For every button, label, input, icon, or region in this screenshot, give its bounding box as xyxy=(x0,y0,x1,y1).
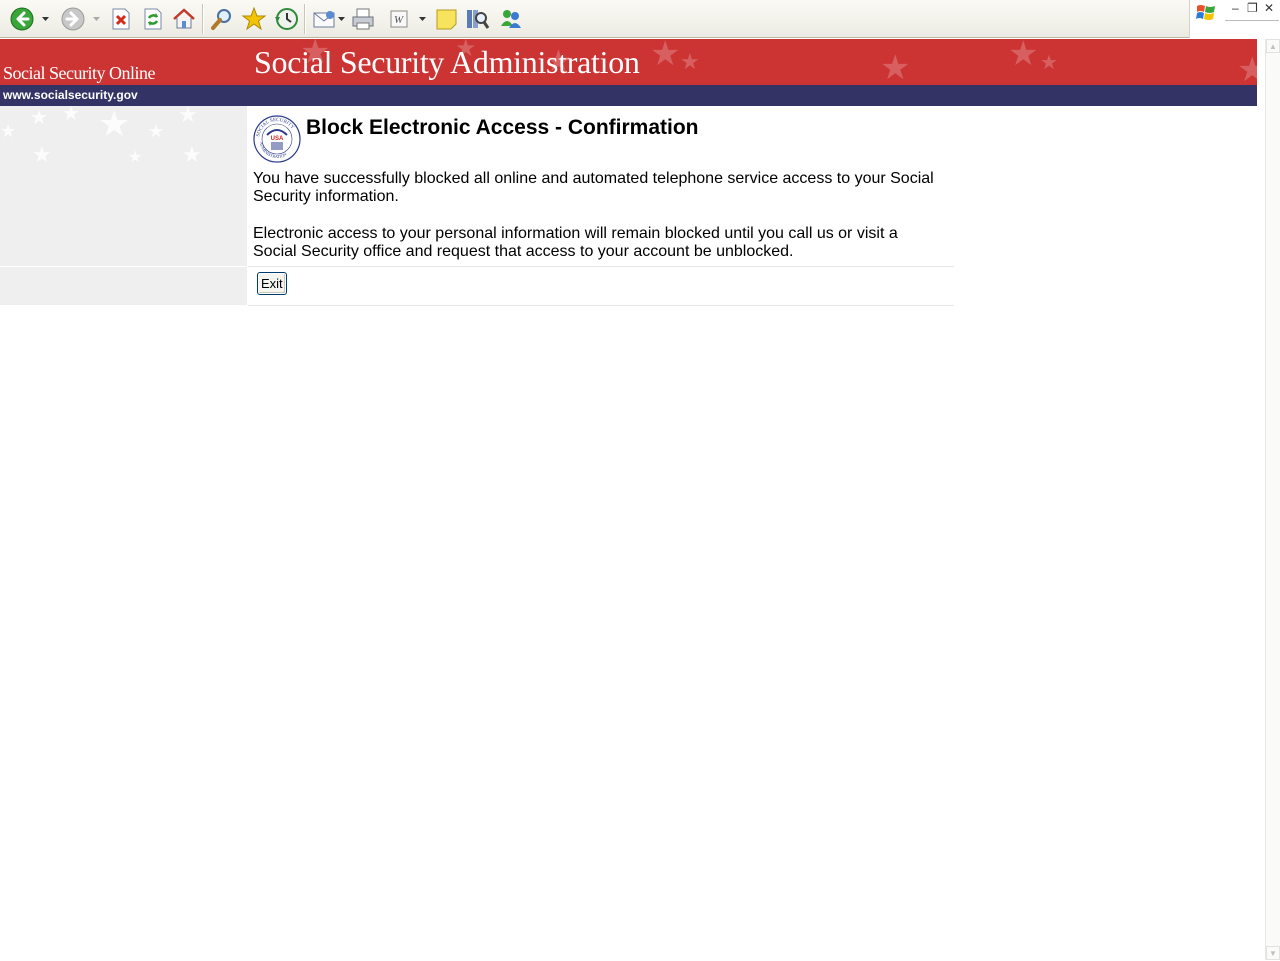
sidebar-star-decoration: ★ xyxy=(30,107,48,129)
mail-button[interactable] xyxy=(312,6,338,32)
browser-toolbar: W – ❐ ✕ xyxy=(0,0,1280,38)
restore-icon[interactable]: ❐ xyxy=(1247,2,1258,14)
word-edit-icon: W xyxy=(390,10,408,28)
stop-icon xyxy=(112,8,130,30)
search-button[interactable] xyxy=(209,6,235,32)
messenger-button[interactable] xyxy=(498,6,524,32)
favorites-button[interactable] xyxy=(241,6,267,32)
unblock-instructions: Electronic access to your personal infor… xyxy=(253,225,898,260)
windows-logo-icon xyxy=(1196,5,1215,20)
left-sidebar-lower xyxy=(0,267,247,305)
exit-button[interactable]: Exit xyxy=(257,272,287,295)
messenger-icon xyxy=(501,10,521,28)
back-dropdown-icon[interactable] xyxy=(42,17,49,21)
left-sidebar: ★ ★ ★ ★ ★ ★ ★ ★ ★ xyxy=(0,106,247,266)
sidebar-star-decoration: ★ xyxy=(62,106,80,125)
favorites-star-icon xyxy=(241,6,267,31)
ssa-seal-icon: SOCIAL SECURITY ADMINISTRATION USA xyxy=(253,115,301,163)
banner-star-decoration: ★ xyxy=(680,49,700,74)
window-controls: – ❐ ✕ xyxy=(1189,0,1280,38)
history-button[interactable] xyxy=(273,6,299,32)
refresh-icon xyxy=(144,8,162,30)
page-title: Block Electronic Access - Confirmation xyxy=(306,116,699,139)
toolbar-separator xyxy=(304,4,306,34)
mail-icon xyxy=(313,11,335,28)
sidebar-star-decoration: ★ xyxy=(0,121,17,141)
forward-button[interactable] xyxy=(60,6,86,32)
scroll-up-icon[interactable]: ▲ xyxy=(1266,39,1280,53)
banner-star-decoration: ★ xyxy=(1040,52,1058,74)
svg-text:W: W xyxy=(394,14,404,26)
site-name: Social Security Online xyxy=(3,63,155,83)
toolbar-separator xyxy=(202,4,204,34)
sidebar-star-decoration: ★ xyxy=(182,142,202,167)
print-button[interactable] xyxy=(350,6,376,32)
back-arrow-icon xyxy=(10,7,34,31)
page-viewport: ★ ★ ★ ★ ★ ★ ★ ★ ★ Social Security Online… xyxy=(0,39,1257,960)
sidebar-star-decoration: ★ xyxy=(148,121,165,141)
banner-star-decoration: ★ xyxy=(1008,39,1039,73)
content-divider xyxy=(248,305,954,306)
sidebar-star-decoration: ★ xyxy=(178,106,198,127)
banner-star-decoration: ★ xyxy=(650,39,681,73)
research-icon xyxy=(467,10,490,29)
close-icon[interactable]: ✕ xyxy=(1264,2,1274,14)
forward-dropdown-icon[interactable] xyxy=(93,17,100,21)
banner-star-decoration: ★ xyxy=(880,49,911,85)
research-button[interactable] xyxy=(464,6,490,32)
seal-text-center: USA xyxy=(271,136,284,142)
edit-dropdown-icon[interactable] xyxy=(419,17,426,21)
vertical-scrollbar[interactable]: ▲ ▼ xyxy=(1265,39,1280,960)
sidebar-star-decoration: ★ xyxy=(98,106,131,144)
content-divider xyxy=(248,266,954,267)
refresh-button[interactable] xyxy=(140,6,166,32)
stop-button[interactable] xyxy=(108,6,134,32)
site-banner: ★ ★ ★ ★ ★ ★ ★ ★ ★ Social Security Online… xyxy=(0,39,1257,85)
back-button[interactable] xyxy=(9,6,35,32)
sidebar-star-decoration: ★ xyxy=(32,142,52,167)
print-icon xyxy=(352,8,374,30)
agency-title: Social Security Administration xyxy=(254,44,640,80)
forward-arrow-icon xyxy=(61,7,85,31)
edit-button[interactable]: W xyxy=(387,6,413,32)
search-icon xyxy=(211,9,231,30)
banner-star-decoration: ★ xyxy=(1237,51,1257,85)
scroll-down-icon[interactable]: ▼ xyxy=(1266,946,1280,960)
site-url[interactable]: www.socialsecurity.gov xyxy=(0,85,1257,106)
address-bar-edge xyxy=(1225,20,1279,23)
discuss-note-icon xyxy=(436,9,457,30)
discuss-button[interactable] xyxy=(434,6,460,32)
mail-dropdown-icon[interactable] xyxy=(338,17,345,21)
confirmation-message: You have successfully blocked all online… xyxy=(253,170,934,205)
home-icon xyxy=(173,8,195,29)
minimize-icon[interactable]: – xyxy=(1232,2,1239,14)
history-icon xyxy=(275,8,298,30)
sidebar-star-decoration: ★ xyxy=(128,149,143,166)
home-button[interactable] xyxy=(171,6,197,32)
